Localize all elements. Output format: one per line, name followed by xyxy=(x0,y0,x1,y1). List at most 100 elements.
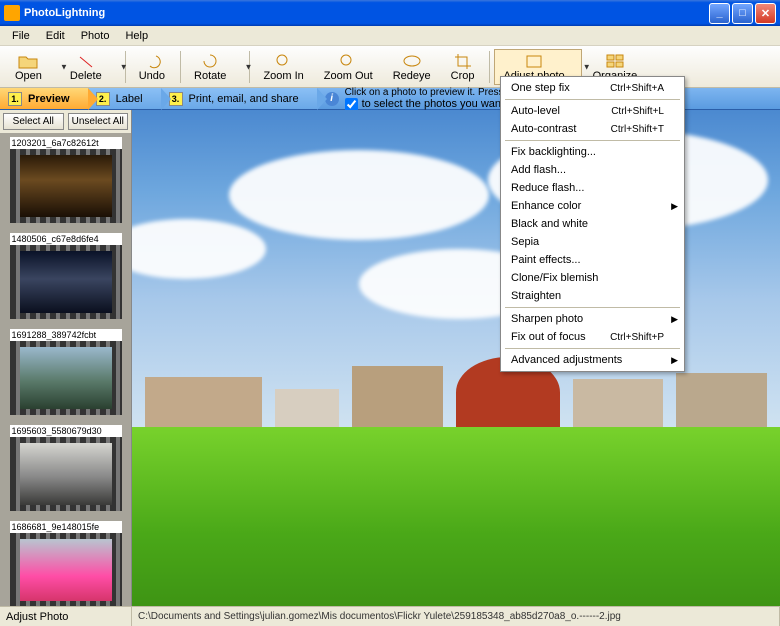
toolbar-undo-button[interactable]: Undo xyxy=(130,49,174,85)
zoom-in-icon xyxy=(274,52,294,70)
menu-item-label: Sharpen photo xyxy=(511,313,583,325)
menu-item-enhance-color[interactable]: Enhance color▶ xyxy=(503,197,682,215)
redeye-icon xyxy=(402,52,422,70)
rotate-icon xyxy=(200,52,220,70)
step-preview[interactable]: 1. Preview xyxy=(0,88,88,109)
toolbar-delete-button[interactable]: Delete▼ xyxy=(61,49,119,85)
thumbnail-filename: 1695603_5580679d30 xyxy=(10,425,122,437)
step-num: 1. xyxy=(8,92,22,106)
menu-item-shortcut: Ctrl+Shift+T xyxy=(611,124,664,135)
menu-item-add-flash[interactable]: Add flash... xyxy=(503,161,682,179)
menu-item-auto-contrast[interactable]: Auto-contrast Ctrl+Shift+T xyxy=(503,120,682,138)
step-label: Print, email, and share xyxy=(189,93,299,105)
menu-edit[interactable]: Edit xyxy=(38,28,73,44)
menu-item-label: Advanced adjustments xyxy=(511,354,622,366)
app-icon xyxy=(4,5,20,21)
menu-item-label: Sepia xyxy=(511,236,539,248)
toolbar-crop-button[interactable]: Crop xyxy=(442,49,484,85)
toolbar-label: Zoom Out xyxy=(324,70,373,82)
info-icon: i xyxy=(325,92,339,106)
zoom-out-icon xyxy=(338,52,358,70)
menu-photo[interactable]: Photo xyxy=(73,28,118,44)
crop-icon xyxy=(453,52,473,70)
menu-item-label: Auto-contrast xyxy=(511,123,576,135)
menu-item-fix-backlighting[interactable]: Fix backlighting... xyxy=(503,143,682,161)
toolbar-redeye-button[interactable]: Redeye xyxy=(384,49,440,85)
submenu-arrow-icon: ▶ xyxy=(671,201,678,212)
menu-item-label: Clone/Fix blemish xyxy=(511,272,598,284)
menu-item-label: Auto-level xyxy=(511,105,560,117)
status-left: Adjust Photo xyxy=(0,607,132,626)
menu-item-label: Fix backlighting... xyxy=(511,146,596,158)
dropdown-arrow-icon[interactable]: ▼ xyxy=(120,62,128,71)
toolbar-zoom-out-button[interactable]: Zoom Out xyxy=(315,49,382,85)
thumbnail[interactable]: 1691288_389742fcbt xyxy=(10,329,122,415)
menu-item-label: Straighten xyxy=(511,290,561,302)
toolbar-label: Delete xyxy=(70,70,102,82)
step-num: 3. xyxy=(169,92,183,106)
organize-icon xyxy=(605,52,625,70)
menu-file[interactable]: File xyxy=(4,28,38,44)
submenu-arrow-icon: ▶ xyxy=(671,314,678,325)
menu-item-shortcut: Ctrl+Shift+A xyxy=(610,83,664,94)
menu-item-auto-level[interactable]: Auto-level Ctrl+Shift+L xyxy=(503,102,682,120)
menu-item-sepia[interactable]: Sepia xyxy=(503,233,682,251)
submenu-arrow-icon: ▶ xyxy=(671,355,678,366)
thumbnail[interactable]: 1480506_c67e8d6fe4 xyxy=(10,233,122,319)
menu-item-clone-fix-blemish[interactable]: Clone/Fix blemish xyxy=(503,269,682,287)
menu-item-black-and-white[interactable]: Black and white xyxy=(503,215,682,233)
window-title: PhotoLightning xyxy=(24,7,707,19)
adjust-photo-menu: One step fix Ctrl+Shift+A Auto-level Ctrl+S… xyxy=(500,76,685,372)
toolbar-label: Redeye xyxy=(393,70,431,82)
toolbar-open-button[interactable]: Open▼ xyxy=(6,49,59,85)
menu-item-straighten[interactable]: Straighten xyxy=(503,287,682,305)
thumbnail-filename: 1686681_9e148015fe xyxy=(10,521,122,533)
thumbnail[interactable]: 1203201_6a7c82612t xyxy=(10,137,122,223)
thumbnail[interactable]: 1695603_5580679d30 xyxy=(10,425,122,511)
menu-item-shortcut: Ctrl+Shift+P xyxy=(610,332,664,343)
menu-item-shortcut: Ctrl+Shift+L xyxy=(611,106,664,117)
menu-item-one-step-fix[interactable]: One step fix Ctrl+Shift+A xyxy=(503,79,682,97)
menu-item-label: Paint effects... xyxy=(511,254,581,266)
menu-item-label: Fix out of focus xyxy=(511,331,586,343)
menu-item-label: Reduce flash... xyxy=(511,182,584,194)
menu-help[interactable]: Help xyxy=(117,28,156,44)
hint-checkbox[interactable] xyxy=(345,98,358,111)
menu-item-advanced-adjustments[interactable]: Advanced adjustments ▶ xyxy=(503,351,682,369)
maximize-button[interactable]: □ xyxy=(732,3,753,24)
sidebar: Select All Unselect All 1203201_6a7c8261… xyxy=(0,110,132,606)
toolbar-label: Rotate xyxy=(194,70,226,82)
menu-bar: File Edit Photo Help xyxy=(0,26,780,46)
menu-item-label: Black and white xyxy=(511,218,588,230)
minimize-button[interactable]: _ xyxy=(709,3,730,24)
close-button[interactable]: ✕ xyxy=(755,3,776,24)
thumbnail-filename: 1480506_c67e8d6fe4 xyxy=(10,233,122,245)
toolbar-label: Undo xyxy=(139,70,165,82)
step-label: Label xyxy=(116,93,143,105)
undo-icon xyxy=(142,52,162,70)
select-all-button[interactable]: Select All xyxy=(3,113,64,130)
menu-item-reduce-flash[interactable]: Reduce flash... xyxy=(503,179,682,197)
toolbar-zoom-in-button[interactable]: Zoom In xyxy=(254,49,312,85)
menu-item-fix-out-of-focus[interactable]: Fix out of focus Ctrl+Shift+P xyxy=(503,328,682,346)
status-bar: Adjust Photo C:\Documents and Settings\j… xyxy=(0,606,780,626)
menu-item-paint-effects[interactable]: Paint effects... xyxy=(503,251,682,269)
filmstrip[interactable]: 1203201_6a7c82612t 1480506_c67e8d6fe4 1691… xyxy=(0,133,131,606)
toolbar-label: Open xyxy=(15,70,42,82)
toolbar-rotate-button[interactable]: Rotate▼ xyxy=(185,49,243,85)
menu-item-sharpen-photo[interactable]: Sharpen photo ▶ xyxy=(503,310,682,328)
thumbnail-filename: 1691288_389742fcbt xyxy=(10,329,122,341)
adjust-photo-icon xyxy=(524,52,544,70)
unselect-all-button[interactable]: Unselect All xyxy=(68,113,129,130)
toolbar-label: Zoom In xyxy=(263,70,303,82)
status-path: C:\Documents and Settings\julian.gomez\M… xyxy=(132,607,780,626)
step-print-email-share[interactable]: 3. Print, email, and share xyxy=(161,88,317,109)
step-label-step[interactable]: 2. Label xyxy=(88,88,161,109)
open-icon xyxy=(18,52,38,70)
title-bar: PhotoLightning _ □ ✕ xyxy=(0,0,780,26)
menu-item-label: Add flash... xyxy=(511,164,566,176)
toolbar-label: Crop xyxy=(451,70,475,82)
thumbnail[interactable]: 1686681_9e148015fe xyxy=(10,521,122,606)
dropdown-arrow-icon[interactable]: ▼ xyxy=(245,62,253,71)
menu-item-label: One step fix xyxy=(511,82,570,94)
